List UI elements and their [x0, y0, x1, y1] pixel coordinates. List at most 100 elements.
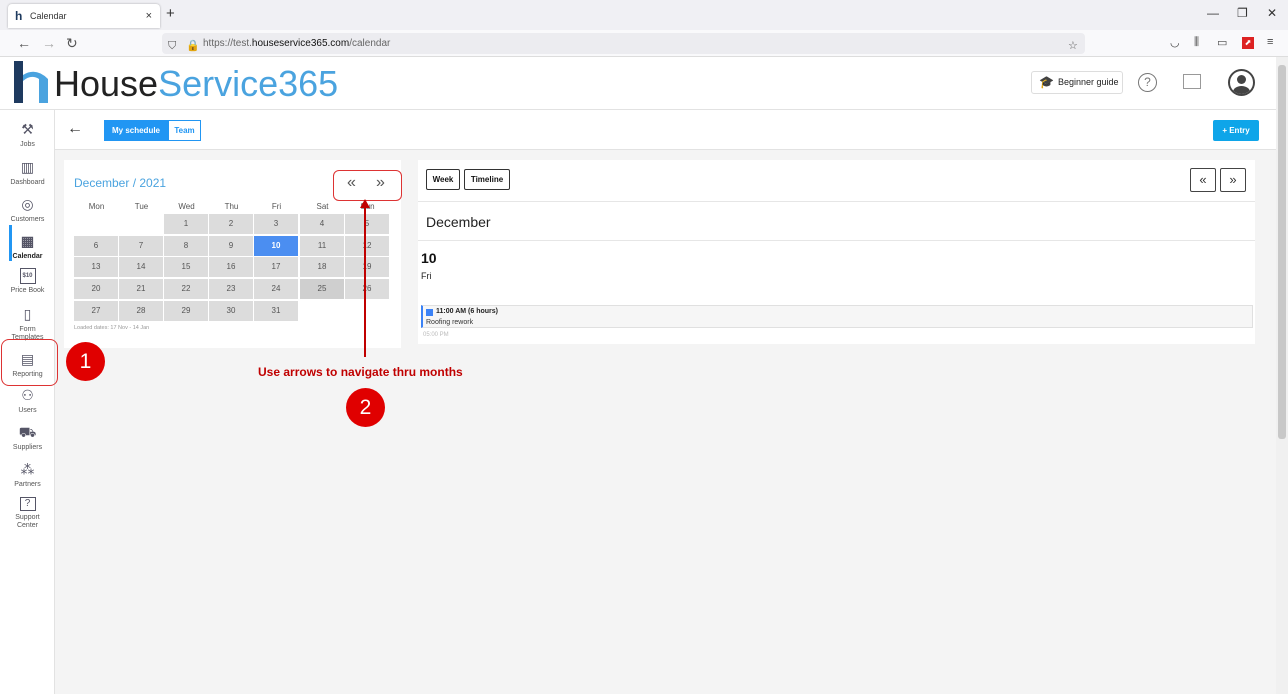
folder-icon[interactable]	[1183, 74, 1201, 89]
url-prefix: https://test.	[203, 38, 252, 49]
calendar-day[interactable]: 14	[119, 257, 163, 278]
lock-icon[interactable]: 🔒	[186, 36, 200, 57]
sidebar-item-partners[interactable]: ⁂ Partners	[0, 460, 55, 488]
calendar-day[interactable]: 26	[345, 279, 389, 300]
minimize-icon[interactable]: —	[1207, 6, 1219, 20]
extension-icon[interactable]: ⬈	[1242, 37, 1254, 49]
event-time: 11:00 AM (6 hours)	[436, 308, 498, 315]
help-icon[interactable]: ?	[1138, 73, 1157, 92]
calendar-day[interactable]: 16	[209, 257, 253, 278]
team-toggle[interactable]: Team	[168, 120, 201, 141]
sidebar-item-calendar[interactable]: ▦ Calendar	[0, 232, 55, 260]
schedule-next-icon[interactable]: »	[1220, 168, 1246, 192]
beginner-guide-button[interactable]: 🎓 Beginner guide	[1031, 71, 1123, 94]
week-view-button[interactable]: Week	[426, 169, 460, 190]
weekday-label: Fri	[271, 202, 282, 211]
calendar-day[interactable]: 2	[209, 214, 253, 234]
site-favicon-icon: h	[15, 9, 23, 23]
back-icon[interactable]: ←	[17, 35, 31, 51]
tools-icon: ⚒	[21, 121, 34, 137]
calendar-day[interactable]: 7	[119, 235, 163, 256]
sidebar-item-label: Calendar	[12, 253, 43, 260]
calendar-day[interactable]: 17	[254, 257, 298, 278]
calendar-day[interactable]: 21	[119, 279, 163, 300]
calendar-day[interactable]: 24	[254, 279, 298, 300]
bookmark-star-icon[interactable]: ☆	[1068, 36, 1078, 57]
logo-icon[interactable]	[14, 61, 48, 103]
calendar-day[interactable]: 13	[74, 257, 118, 278]
address-bar[interactable]: ⛉ 🔒 https://test.houseservice365.com/cal…	[162, 33, 1085, 54]
next-month-icon[interactable]: »	[376, 174, 385, 192]
calendar-day[interactable]: 28	[119, 300, 163, 321]
my-schedule-toggle[interactable]: My schedule	[104, 120, 168, 141]
calendar-day[interactable]: 3	[254, 214, 298, 234]
sidebar-item-price-book[interactable]: $10 Price Book	[0, 268, 55, 294]
shield-icon[interactable]: ⛉	[168, 36, 176, 57]
schedule-event[interactable]: 11:00 AM (6 hours) Roofing rework	[421, 305, 1253, 328]
calendar-day[interactable]: 19	[345, 257, 389, 278]
beginner-guide-label: Beginner guide	[1058, 77, 1119, 87]
calendar-day[interactable]: 18	[300, 257, 344, 278]
sidebar: ⚒ Jobs ▥ Dashboard ◎ Customers ▦ Calenda…	[0, 110, 55, 694]
sidebar-item-jobs[interactable]: ⚒ Jobs	[0, 120, 55, 148]
add-entry-button[interactable]: + Entry	[1213, 120, 1259, 141]
restore-icon[interactable]: ❐	[1237, 6, 1248, 20]
tab-close-icon[interactable]: ×	[146, 4, 152, 28]
calendar-day[interactable]: 10	[254, 235, 298, 256]
calendar-day[interactable]: 23	[209, 279, 253, 300]
scrollbar-thumb[interactable]	[1278, 65, 1286, 439]
page-scrollbar[interactable]	[1276, 57, 1288, 694]
calendar-day[interactable]: 27	[74, 300, 118, 321]
schedule-prev-icon[interactable]: «	[1190, 168, 1216, 192]
step-badge-1: 1	[66, 342, 105, 381]
form-icon: ▯	[23, 306, 32, 322]
close-window-icon[interactable]: ✕	[1267, 6, 1277, 20]
graduation-cap-icon: 🎓	[1039, 75, 1054, 89]
calendar-day[interactable]: 20	[74, 279, 118, 300]
user-avatar-icon[interactable]	[1228, 69, 1255, 96]
sidebar-item-dashboard[interactable]: ▥ Dashboard	[0, 158, 55, 186]
forward-icon[interactable]: →	[42, 35, 56, 51]
schedule-panel: Week Timeline « » December 10 Fri 11:00 …	[418, 160, 1255, 344]
calendar-day[interactable]: 15	[164, 257, 208, 278]
menu-icon[interactable]: ≡	[1267, 36, 1273, 48]
weekday-label: Thu	[224, 202, 239, 211]
prev-month-icon[interactable]: «	[347, 174, 356, 192]
calendar-day[interactable]: 5	[345, 214, 389, 234]
users-icon: ⚇	[21, 387, 34, 403]
sidebar-item-suppliers[interactable]: ⛟ Suppliers	[0, 423, 55, 451]
logo-text[interactable]: HouseService365	[54, 64, 338, 104]
library-icon[interactable]: ⫼	[1194, 36, 1199, 49]
loaded-dates: Loaded dates: 17 Nov - 14 Jan	[74, 325, 150, 331]
calendar-day[interactable]: 12	[345, 235, 389, 256]
back-arrow-icon[interactable]: ←	[67, 120, 83, 138]
weekday-label: Tue	[134, 202, 149, 211]
weekday-label: Sat	[316, 202, 329, 211]
sidebar-toggle-icon[interactable]: ▭	[1217, 36, 1227, 49]
calendar-day[interactable]: 6	[74, 235, 118, 256]
reload-icon[interactable]: ↻	[66, 35, 78, 52]
pocket-icon[interactable]: ◡	[1170, 36, 1180, 49]
calendar-day[interactable]: 9	[209, 235, 253, 256]
calendar-day[interactable]: 25	[300, 279, 344, 300]
calendar-day[interactable]: 30	[209, 300, 253, 321]
calendar-day[interactable]: 11	[300, 235, 344, 256]
sidebar-item-users[interactable]: ⚇ Users	[0, 386, 55, 414]
calendar-day[interactable]: 29	[164, 300, 208, 321]
sidebar-item-form-templates[interactable]: ▯ Form Templates	[0, 305, 55, 342]
sidebar-item-label: Partners	[14, 481, 41, 488]
sidebar-item-customers[interactable]: ◎ Customers	[0, 195, 55, 223]
browser-tab[interactable]: h Calendar ×	[8, 4, 160, 28]
sidebar-item-label: Users	[18, 407, 37, 414]
sidebar-item-support-center[interactable]: ? Support Center	[0, 497, 55, 530]
annotation-line	[364, 205, 366, 357]
calendar-day[interactable]: 22	[164, 279, 208, 300]
timeline-view-button[interactable]: Timeline	[464, 169, 510, 190]
calendar-day[interactable]: 4	[300, 214, 344, 234]
calendar-day[interactable]: 8	[164, 235, 208, 256]
calendar-day[interactable]: 1	[164, 214, 208, 234]
schedule-day-name: Fri	[421, 271, 432, 281]
calendar-day[interactable]: 31	[254, 300, 298, 321]
new-tab-button[interactable]: +	[166, 5, 175, 22]
sidebar-item-label: Jobs	[20, 141, 35, 148]
